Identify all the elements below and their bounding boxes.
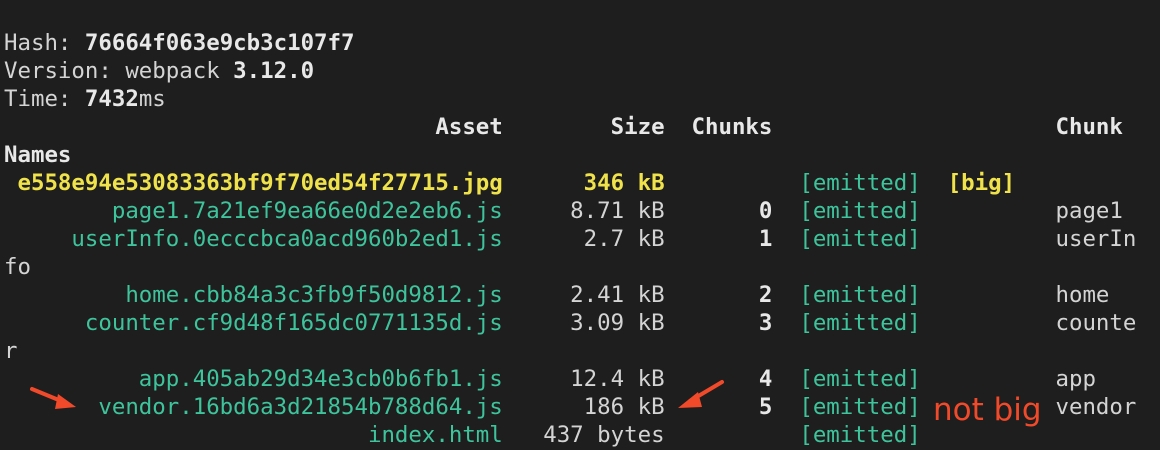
chunk-name: userIn bbox=[920, 226, 1137, 252]
time-line: Time: 7432ms bbox=[4, 85, 166, 113]
asset-name: counter.cf9d48f165dc0771135d.js bbox=[4, 310, 503, 336]
chunk-name: counte bbox=[920, 310, 1137, 336]
hash-label: Hash: bbox=[4, 30, 85, 56]
chunk-id bbox=[665, 422, 773, 448]
time-value: 7432 bbox=[84, 86, 139, 112]
version-value: 3.12.0 bbox=[233, 58, 315, 84]
chunk-name-wrap: r bbox=[4, 338, 18, 364]
table-row: counter.cf9d48f165dc0771135d.js 3.09 kB … bbox=[4, 309, 1137, 337]
asset-size: 2.7 kB bbox=[502, 226, 665, 252]
red-arrow-icon bbox=[30, 387, 76, 409]
terminal-window: Hash: 76664f063e9cb3c107f7 Version: webp… bbox=[0, 0, 1160, 450]
not-big-annotation: not big bbox=[933, 392, 1042, 428]
chunk-id: 2 bbox=[664, 282, 773, 308]
asset-name: index.html bbox=[4, 422, 503, 448]
emitted-status: [emitted] bbox=[772, 282, 921, 308]
hash-value: 76664f063e9cb3c107f7 bbox=[84, 30, 355, 56]
asset-name: e558e94e53083363bf9f70ed54f27715.jpg bbox=[4, 170, 503, 196]
chunk-name: page1 bbox=[920, 198, 1123, 224]
emitted-status: [emitted] bbox=[772, 226, 921, 252]
chunk-id bbox=[665, 170, 773, 196]
asset-name: page1.7a21ef9ea66e0d2e2eb6.js bbox=[4, 198, 503, 224]
table-row: page1.7a21ef9ea66e0d2e2eb6.js 8.71 kB 0 … bbox=[4, 197, 1123, 225]
big-flag: [big] bbox=[920, 170, 1016, 196]
chunk-name: home bbox=[920, 282, 1110, 308]
chunk-name-wrap: fo bbox=[4, 254, 31, 280]
red-arrow-icon bbox=[678, 380, 724, 408]
emitted-status: [emitted] bbox=[772, 198, 921, 224]
asset-size: 437 bytes bbox=[502, 422, 665, 448]
time-label: Time: bbox=[4, 86, 85, 112]
version-label: Version: webpack bbox=[4, 58, 234, 84]
size-column-header: Size bbox=[502, 114, 665, 140]
emitted-status: [emitted] bbox=[772, 394, 921, 420]
asset-size: 186 kB bbox=[502, 394, 665, 420]
chunk-names-column-header-wrap: Names bbox=[4, 142, 72, 168]
asset-name: home.cbb84a3c3fb9f50d9812.js bbox=[4, 282, 503, 308]
table-header: Asset Size Chunks Chunk bbox=[4, 113, 1123, 141]
asset-name: userInfo.0ecccbca0acd960b2ed1.js bbox=[4, 226, 503, 252]
chunk-names-column-header: Chunk bbox=[772, 114, 1123, 140]
version-line: Version: webpack 3.12.0 bbox=[4, 57, 314, 85]
asset-size: 2.41 kB bbox=[502, 282, 665, 308]
asset-size: 3.09 kB bbox=[502, 310, 665, 336]
emitted-status: [emitted] bbox=[772, 422, 921, 448]
asset-size: 346 kB bbox=[502, 170, 665, 196]
table-row: userInfo.0ecccbca0acd960b2ed1.js 2.7 kB … bbox=[4, 225, 1136, 253]
emitted-status: [emitted] bbox=[772, 366, 921, 392]
table-row: index.html 437 bytes [emitted] bbox=[4, 421, 921, 449]
table-row: home.cbb84a3c3fb9f50d9812.js 2.41 kB 2 [… bbox=[4, 281, 1109, 309]
asset-column-header: Asset bbox=[4, 114, 503, 140]
table-header-wrap: Names bbox=[4, 141, 71, 169]
chunk-id: 3 bbox=[664, 310, 773, 336]
emitted-status: [emitted] bbox=[772, 170, 921, 196]
chunks-column-header: Chunks bbox=[664, 114, 773, 140]
time-unit: ms bbox=[138, 86, 166, 112]
table-row: e558e94e53083363bf9f70ed54f27715.jpg 346… bbox=[4, 169, 1015, 197]
asset-size: 12.4 kB bbox=[502, 366, 665, 392]
chunk-id: 1 bbox=[664, 226, 773, 252]
table-row: app.405ab29d34e3cb0b6fb1.js 12.4 kB 4 [e… bbox=[4, 365, 1096, 393]
emitted-status: [emitted] bbox=[772, 310, 921, 336]
chunk-id: 0 bbox=[664, 198, 773, 224]
hash-line: Hash: 76664f063e9cb3c107f7 bbox=[4, 29, 355, 57]
chunk-name: app bbox=[920, 366, 1096, 392]
asset-size: 8.71 kB bbox=[502, 198, 665, 224]
